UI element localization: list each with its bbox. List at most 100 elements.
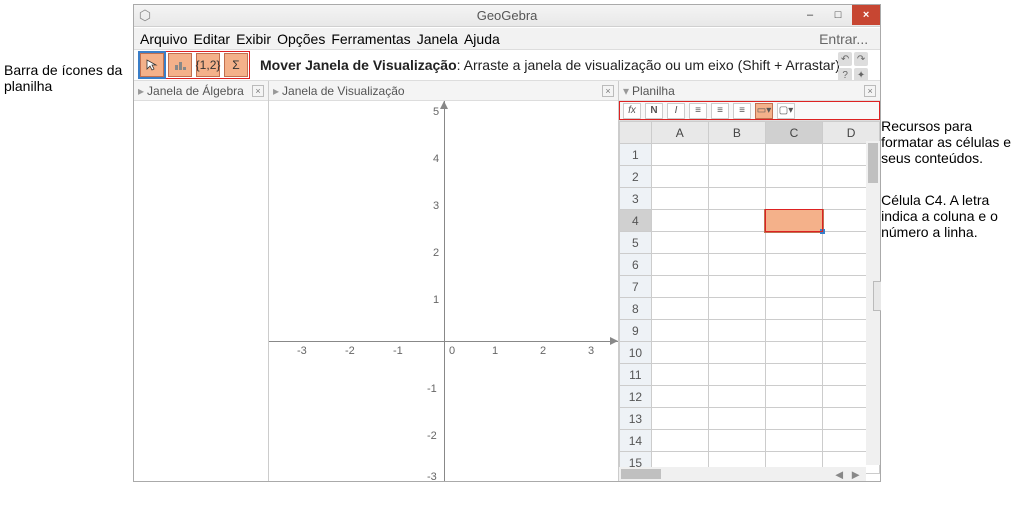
spreadsheet-scrollbar-horizontal[interactable]: ◄ ► (619, 467, 866, 481)
cell[interactable] (651, 298, 708, 320)
cell[interactable] (708, 364, 765, 386)
spreadsheet-close-button[interactable]: × (864, 85, 876, 97)
row-header[interactable]: 6 (620, 254, 652, 276)
row-header[interactable]: 5 (620, 232, 652, 254)
cell[interactable] (708, 188, 765, 210)
chevron-down-icon[interactable]: ▾ (623, 84, 629, 98)
redo-icon[interactable]: ↷ (854, 52, 868, 66)
cell[interactable] (765, 298, 822, 320)
fx-button[interactable]: fx (623, 103, 641, 119)
cell[interactable] (708, 166, 765, 188)
move-tool-button[interactable] (140, 53, 164, 77)
cell[interactable] (765, 254, 822, 276)
column-header[interactable]: B (708, 122, 765, 144)
cell[interactable] (651, 430, 708, 452)
cell[interactable] (765, 430, 822, 452)
graphics-canvas[interactable]: -3 -2 -1 0 1 2 3 5 4 3 2 1 -1 -2 -3 (269, 101, 618, 481)
row-header[interactable]: 13 (620, 408, 652, 430)
settings-icon[interactable]: ✦ (854, 68, 868, 82)
cell[interactable] (651, 254, 708, 276)
sum-tool-button[interactable]: Σ (224, 53, 248, 77)
column-header[interactable]: A (651, 122, 708, 144)
cell[interactable] (765, 320, 822, 342)
help-icon[interactable]: ? (838, 68, 852, 82)
cell[interactable] (765, 342, 822, 364)
menu-ajuda[interactable]: Ajuda (464, 31, 500, 47)
bold-button[interactable]: N (645, 103, 663, 119)
cell[interactable] (651, 210, 708, 232)
graphics-close-button[interactable]: × (602, 85, 614, 97)
cell[interactable] (651, 144, 708, 166)
row-header[interactable]: 14 (620, 430, 652, 452)
cell[interactable] (651, 276, 708, 298)
border-button[interactable]: ▢▾ (777, 103, 795, 119)
window-close-button[interactable]: × (852, 5, 880, 25)
menu-opcoes[interactable]: Opções (277, 31, 325, 47)
row-header[interactable]: 1 (620, 144, 652, 166)
y-tick: -2 (427, 430, 437, 442)
cell[interactable] (708, 276, 765, 298)
cell[interactable] (651, 342, 708, 364)
cell[interactable] (708, 342, 765, 364)
chevron-right-icon[interactable]: ▸ (138, 84, 144, 98)
cell[interactable] (765, 166, 822, 188)
menu-editar[interactable]: Editar (193, 31, 230, 47)
cell[interactable] (708, 320, 765, 342)
fill-color-button[interactable]: ▭▾ (755, 103, 773, 119)
window-minimize-button[interactable]: – (796, 5, 824, 25)
login-link[interactable]: Entrar... (819, 31, 868, 47)
cell[interactable] (708, 430, 765, 452)
cell[interactable] (765, 276, 822, 298)
cell[interactable] (708, 232, 765, 254)
menubar: Arquivo Editar Exibir Opções Ferramentas… (134, 27, 880, 49)
menu-exibir[interactable]: Exibir (236, 31, 271, 47)
cell[interactable] (708, 386, 765, 408)
cell-fill-handle[interactable] (820, 229, 825, 234)
row-header[interactable]: 12 (620, 386, 652, 408)
cell[interactable] (651, 320, 708, 342)
row-header[interactable]: 8 (620, 298, 652, 320)
spreadsheet-grid[interactable]: ABCD123456789101112131415 ◄ ► (619, 121, 880, 481)
row-header[interactable]: 2 (620, 166, 652, 188)
cell[interactable] (708, 144, 765, 166)
cell[interactable] (651, 166, 708, 188)
cell[interactable] (765, 210, 822, 232)
cell[interactable] (651, 386, 708, 408)
side-expand-handle[interactable] (873, 281, 881, 311)
cell[interactable] (765, 408, 822, 430)
cell[interactable] (651, 364, 708, 386)
column-header[interactable]: C (765, 122, 822, 144)
cell[interactable] (651, 188, 708, 210)
y-tick: 4 (433, 153, 439, 165)
cell[interactable] (765, 232, 822, 254)
row-header[interactable]: 4 (620, 210, 652, 232)
row-header[interactable]: 11 (620, 364, 652, 386)
cell[interactable] (651, 408, 708, 430)
window-maximize-button[interactable]: □ (824, 5, 852, 25)
menu-arquivo[interactable]: Arquivo (140, 31, 187, 47)
menu-janela[interactable]: Janela (417, 31, 458, 47)
cell[interactable] (708, 210, 765, 232)
cell[interactable] (708, 298, 765, 320)
algebra-close-button[interactable]: × (252, 85, 264, 97)
analysis-tool-button[interactable] (168, 53, 192, 77)
list-tool-button[interactable]: {1,2} (196, 53, 220, 77)
chevron-right-icon[interactable]: ▸ (273, 84, 279, 98)
row-header[interactable]: 9 (620, 320, 652, 342)
align-center-button[interactable]: ≡ (711, 103, 729, 119)
undo-icon[interactable]: ↶ (838, 52, 852, 66)
cell[interactable] (765, 188, 822, 210)
align-right-button[interactable]: ≡ (733, 103, 751, 119)
row-header[interactable]: 7 (620, 276, 652, 298)
row-header[interactable]: 10 (620, 342, 652, 364)
cell[interactable] (651, 232, 708, 254)
align-left-button[interactable]: ≡ (689, 103, 707, 119)
cell[interactable] (708, 408, 765, 430)
cell[interactable] (765, 364, 822, 386)
menu-ferramentas[interactable]: Ferramentas (331, 31, 410, 47)
cell[interactable] (708, 254, 765, 276)
cell[interactable] (765, 386, 822, 408)
cell[interactable] (765, 144, 822, 166)
row-header[interactable]: 3 (620, 188, 652, 210)
italic-button[interactable]: I (667, 103, 685, 119)
